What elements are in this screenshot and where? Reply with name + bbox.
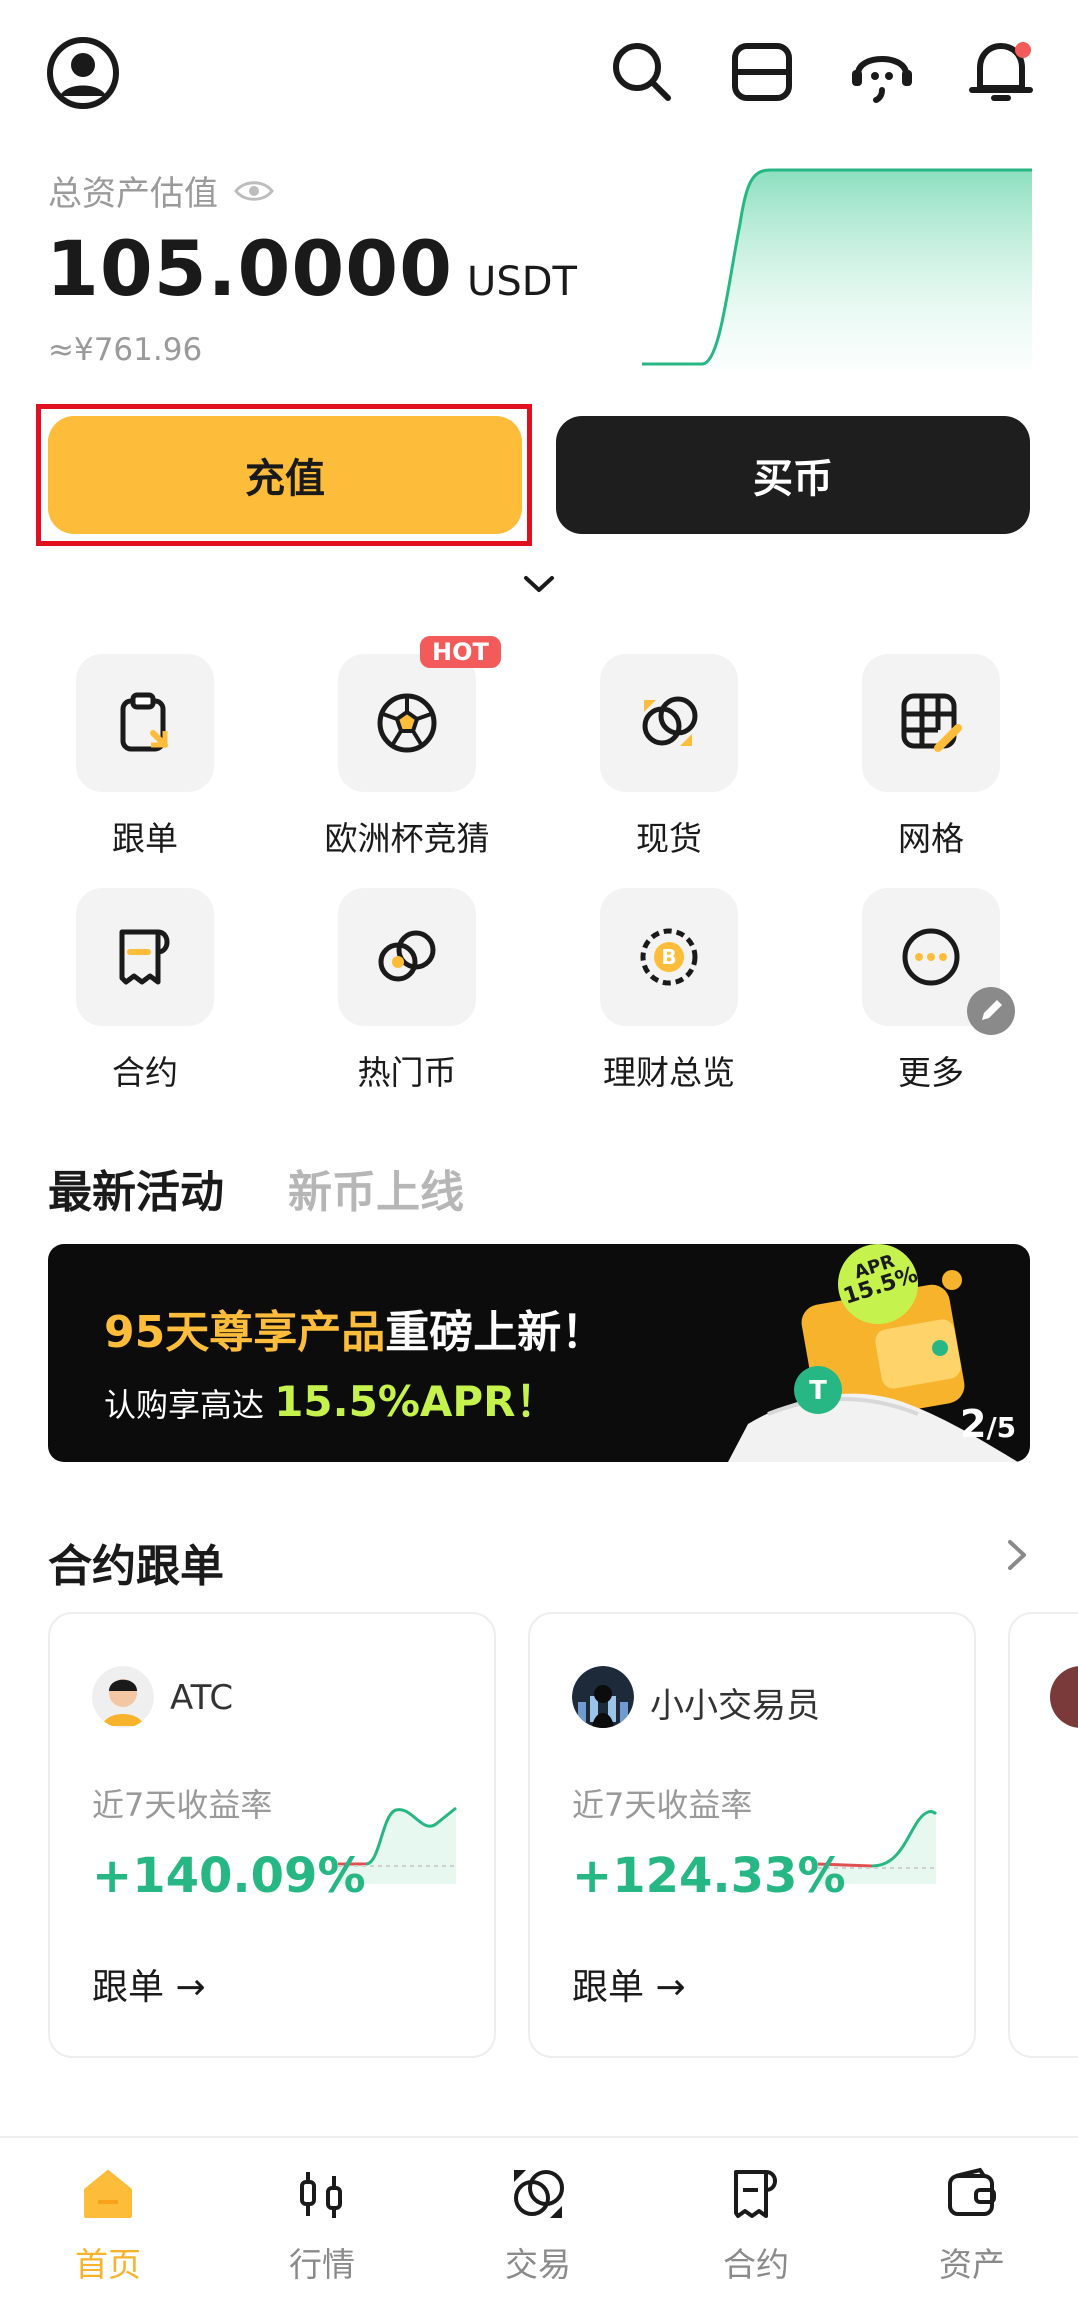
return-rate: +140.09% (92, 1848, 366, 1904)
shortcut-grid-trading[interactable]: 网格 (831, 654, 1031, 860)
shortcut-euro-cup-quiz[interactable]: 欧洲杯竞猜 (307, 654, 507, 860)
promo-banner[interactable]: 95天尊享产品重磅上新！ 认购享高达 15.5%APR！ T APR 15.5%… (48, 1244, 1030, 1462)
bell-icon[interactable] (966, 36, 1036, 106)
top-bar (0, 0, 1078, 150)
tab-latest-activities[interactable]: 最新活动 (48, 1156, 224, 1220)
trader-card-partial[interactable] (1008, 1612, 1078, 2058)
nav-futures[interactable]: 合约 (686, 2166, 826, 2286)
return-label: 近7天收益率 (92, 1786, 273, 1824)
buy-crypto-button[interactable]: 买币 (556, 416, 1030, 534)
bitcoin-earn-icon: B (640, 928, 698, 986)
svg-text:B: B (661, 945, 676, 969)
asset-value: 105.0000 USDT (46, 224, 577, 313)
asset-label: 总资产估值 (48, 166, 274, 215)
grid-icon (901, 693, 962, 752)
search-icon[interactable] (610, 40, 674, 104)
support-icon[interactable] (848, 38, 916, 106)
return-label: 近7天收益率 (572, 1786, 753, 1824)
asset-cny: ≈¥761.96 (48, 332, 203, 368)
trader-avatar (92, 1666, 154, 1728)
trader-avatar (1050, 1666, 1078, 1728)
coins-icon (642, 696, 698, 746)
hot-coins-icon (378, 930, 436, 982)
nav-markets[interactable]: 行情 (252, 2166, 392, 2286)
eye-icon[interactable] (234, 178, 274, 204)
banner-subline: 认购享高达 (104, 1386, 275, 1424)
wallet-icon (948, 2167, 996, 2216)
copy-trading-title: 合约跟单 (48, 1541, 224, 1592)
asset-unit: USDT (467, 259, 577, 305)
user-icon[interactable] (46, 36, 120, 110)
asset-amount: 105.0000 (46, 224, 454, 313)
trader-avatar (572, 1666, 634, 1728)
more-icon (902, 928, 960, 986)
banner-apr: 15.5%APR！ (274, 1377, 558, 1426)
shortcut-futures[interactable]: 合约 (45, 888, 245, 1094)
bottom-nav: 首页 行情 交易 合约 资产 (0, 2136, 1078, 2304)
shortcut-earn-overview[interactable]: B 理财总览 (569, 888, 769, 1094)
candlestick-icon (300, 2172, 342, 2218)
edit-shortcuts-icon[interactable] (966, 986, 1016, 1036)
svg-text:T: T (809, 1376, 827, 1406)
return-rate: +124.33% (572, 1848, 846, 1904)
trade-icon (514, 2170, 564, 2218)
follow-link[interactable]: 跟单 → (572, 1958, 686, 2010)
contract-icon (734, 2170, 777, 2218)
home-icon (84, 2170, 132, 2218)
scan-icon[interactable] (730, 40, 794, 104)
trader-card[interactable]: ATC 近7天收益率 +140.09% 跟单 → (48, 1612, 496, 2058)
deposit-highlight-frame (36, 404, 532, 546)
chevron-down-icon[interactable] (522, 572, 556, 596)
hot-badge: HOT (420, 636, 501, 668)
chevron-right-icon[interactable] (1004, 1538, 1030, 1572)
tab-new-listings[interactable]: 新币上线 (288, 1156, 464, 1220)
banner-pager: 2/5 (960, 1402, 1017, 1446)
nav-home[interactable]: 首页 (38, 2166, 178, 2286)
shortcut-hot-coins[interactable]: 热门币 (307, 888, 507, 1094)
clipboard-icon (120, 692, 168, 752)
trader-name: ATC (170, 1678, 234, 1718)
soccer-ball-icon (377, 693, 437, 753)
banner-headline-highlight: 95天尊享产品 (104, 1307, 386, 1358)
contract-icon (119, 929, 170, 985)
follow-link[interactable]: 跟单 → (92, 1958, 206, 2010)
nav-assets[interactable]: 资产 (902, 2166, 1042, 2286)
shortcut-copy-trading[interactable]: 跟单 (45, 654, 245, 860)
trader-name: 小小交易员 (650, 1686, 820, 1726)
shortcut-spot[interactable]: 现货 (569, 654, 769, 860)
banner-headline: 重磅上新！ (385, 1307, 606, 1358)
nav-trade[interactable]: 交易 (468, 2166, 608, 2286)
asset-sparkline (642, 168, 1032, 370)
trader-card[interactable]: 小小交易员 近7天收益率 +124.33% 跟单 → (528, 1612, 976, 2058)
